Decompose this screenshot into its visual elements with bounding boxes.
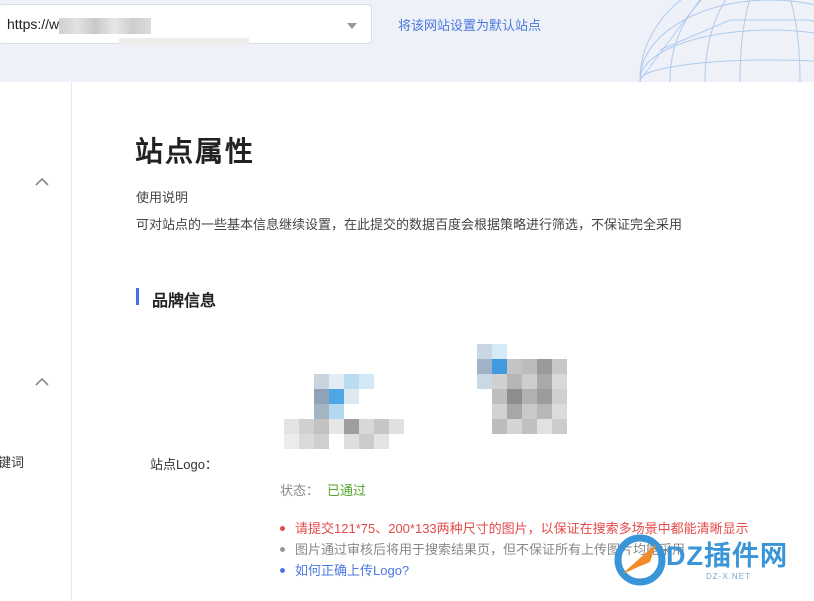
status-badge: 已通过 <box>327 483 367 498</box>
page-title: 站点属性 <box>135 136 256 167</box>
site-logo-label: 站点Logo： <box>150 457 218 472</box>
blurred-url-shadow <box>119 38 249 46</box>
set-default-site-link[interactable]: 将该网站设置为默认站点 <box>398 15 541 34</box>
site-logo-image <box>284 344 567 449</box>
caret-down-icon[interactable] <box>347 23 357 29</box>
usage-label: 使用说明 <box>136 190 189 205</box>
section-title-brand: 品牌信息 <box>152 293 217 310</box>
top-bar: https://w 将该网站设置为默认站点 <box>0 0 814 82</box>
watermark-subtext: DZ-X.NET <box>706 572 751 581</box>
chevron-up-icon[interactable] <box>34 174 50 190</box>
bullet-dot-icon <box>280 568 285 573</box>
watermark-logo-icon <box>614 534 666 586</box>
site-selector[interactable]: https://w <box>0 4 372 46</box>
bullet-dot-icon <box>280 547 285 552</box>
section-accent-bar <box>136 288 139 305</box>
sidebar-item-keywords[interactable]: 键词 <box>0 452 24 471</box>
main-content: 站点属性 使用说明 可对站点的一些基本信息继续设置，在此提交的数据百度会根据策略… <box>72 82 814 601</box>
globe-decoration-icon <box>639 0 814 82</box>
usage-description: 可对站点的一些基本信息继续设置，在此提交的数据百度会根据策略进行筛选，不保证完全… <box>136 217 683 232</box>
bullet-dot-icon <box>280 526 285 531</box>
status-label: 状态： <box>280 483 320 498</box>
watermark-text: DZ插件网 <box>666 541 788 571</box>
watermark: DZ插件网 DZ-X.NET <box>610 528 814 601</box>
sidebar <box>0 82 72 601</box>
site-url-text: https://w <box>7 16 60 32</box>
blurred-url <box>59 18 151 34</box>
chevron-up-icon[interactable] <box>34 374 50 390</box>
how-to-upload-logo-link[interactable]: 如何正确上传Logo? <box>295 563 409 578</box>
